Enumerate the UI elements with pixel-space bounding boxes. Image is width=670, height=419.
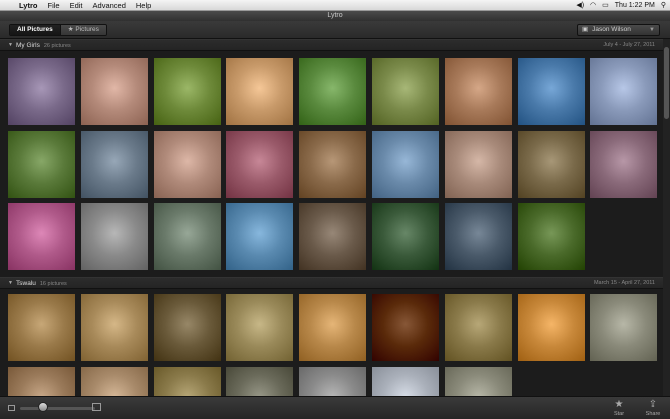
section-title: Tswalu xyxy=(16,280,36,287)
spotlight-icon[interactable]: ⚲ xyxy=(661,1,666,9)
picture-thumbnail[interactable] xyxy=(80,58,148,125)
picture-thumbnail[interactable] xyxy=(299,203,367,270)
picture-thumbnail[interactable] xyxy=(226,366,294,396)
picture-thumbnail[interactable] xyxy=(8,58,75,125)
pictures-browser: ▼ My Girls 26 pictures July 4 - July 27, … xyxy=(0,39,663,396)
scrollbar-thumb[interactable] xyxy=(664,47,669,119)
window-title: Lytro xyxy=(0,11,670,21)
view-segmented-control: All Pictures ★ Pictures xyxy=(9,24,107,36)
picture-thumbnail[interactable] xyxy=(8,130,75,198)
picture-thumbnail[interactable] xyxy=(444,130,512,198)
picture-thumbnail[interactable] xyxy=(299,130,367,198)
share-button[interactable]: ⇪ Share xyxy=(641,399,665,417)
all-pictures-button[interactable]: All Pictures xyxy=(10,25,60,35)
menu-file[interactable]: File xyxy=(42,1,64,10)
picture-thumbnail[interactable] xyxy=(8,203,75,270)
picture-thumbnail[interactable] xyxy=(299,366,367,396)
section-title: My Girls xyxy=(16,42,40,49)
picture-thumbnail[interactable] xyxy=(372,130,439,198)
picture-thumbnail[interactable] xyxy=(80,130,148,198)
slider-knob[interactable] xyxy=(37,402,48,412)
section-date-range: March 15 - April 27, 2011 xyxy=(593,280,655,286)
menu-bar: Lytro File Edit Advanced Help ◀) ◠ ▭ Thu… xyxy=(0,0,670,11)
disclosure-triangle-icon[interactable]: ▼ xyxy=(8,278,13,289)
picture-thumbnail[interactable] xyxy=(80,294,148,361)
picture-thumbnail[interactable] xyxy=(372,294,439,361)
thumbnail-size-slider[interactable] xyxy=(20,407,95,410)
wifi-icon[interactable]: ◠ xyxy=(590,1,596,9)
star-label: Star xyxy=(613,411,625,417)
picture-thumbnail[interactable] xyxy=(226,58,294,125)
picture-thumbnail[interactable] xyxy=(590,294,658,361)
picture-thumbnail[interactable] xyxy=(226,203,294,270)
picture-thumbnail[interactable] xyxy=(372,203,439,270)
picture-thumbnail[interactable] xyxy=(153,130,221,198)
user-icon: ▣ xyxy=(582,26,589,33)
picture-thumbnail[interactable] xyxy=(153,58,221,125)
picture-thumbnail[interactable] xyxy=(226,130,294,198)
menu-edit[interactable]: Edit xyxy=(65,1,88,10)
picture-thumbnail[interactable] xyxy=(80,366,148,396)
picture-thumbnail[interactable] xyxy=(517,130,585,198)
picture-thumbnail[interactable] xyxy=(153,366,221,396)
picture-thumbnail[interactable] xyxy=(590,58,658,125)
section-header-tswalu[interactable]: ▼ Tswalu 16 pictures March 15 - April 27,… xyxy=(0,277,663,289)
toolbar: All Pictures ★ Pictures ▣ Jason Wilson ▼ xyxy=(0,21,670,39)
picture-thumbnail[interactable] xyxy=(153,203,221,270)
section-count: 26 pictures xyxy=(43,43,71,49)
battery-icon[interactable]: ▭ xyxy=(602,1,609,9)
picture-thumbnail[interactable] xyxy=(517,58,585,125)
picture-thumbnail[interactable] xyxy=(299,294,367,361)
share-label: Share xyxy=(645,411,661,417)
picture-thumbnail[interactable] xyxy=(444,294,512,361)
picture-thumbnail[interactable] xyxy=(226,294,294,361)
picture-thumbnail[interactable] xyxy=(444,203,512,270)
section-header-my-girls[interactable]: ▼ My Girls 26 pictures July 4 - July 27, … xyxy=(0,39,663,51)
picture-thumbnail[interactable] xyxy=(372,366,439,396)
starred-pictures-label: Pictures xyxy=(75,26,99,33)
star-icon: ★ xyxy=(614,399,624,410)
picture-thumbnail[interactable] xyxy=(517,203,585,270)
section-count: 16 pictures xyxy=(39,281,67,287)
disclosure-triangle-icon[interactable]: ▼ xyxy=(8,40,13,51)
vertical-scrollbar[interactable] xyxy=(663,39,670,396)
volume-icon[interactable]: ◀) xyxy=(576,1,584,9)
bottom-bar: ★ Star ⇪ Share xyxy=(0,396,670,419)
large-thumbnail-icon xyxy=(92,403,101,411)
small-thumbnail-icon xyxy=(8,405,15,411)
star-button[interactable]: ★ Star xyxy=(607,399,631,417)
section-date-range: July 4 - July 27, 2011 xyxy=(603,42,655,48)
picture-thumbnail[interactable] xyxy=(153,294,221,361)
picture-thumbnail[interactable] xyxy=(517,294,585,361)
picture-thumbnail[interactable] xyxy=(8,366,75,396)
user-select[interactable]: ▣ Jason Wilson ▼ xyxy=(577,24,660,36)
starred-pictures-button[interactable]: ★ Pictures xyxy=(59,25,106,35)
picture-thumbnail[interactable] xyxy=(299,58,367,125)
picture-thumbnail[interactable] xyxy=(8,294,75,361)
menu-app[interactable]: Lytro xyxy=(14,1,42,10)
chevron-down-icon: ▼ xyxy=(649,27,655,33)
picture-thumbnail[interactable] xyxy=(444,366,512,396)
menu-help[interactable]: Help xyxy=(131,1,156,10)
user-name: Jason Wilson xyxy=(592,26,631,33)
picture-thumbnail[interactable] xyxy=(444,58,512,125)
picture-thumbnail[interactable] xyxy=(372,58,439,125)
clock[interactable]: Thu 1:22 PM xyxy=(615,2,655,9)
picture-thumbnail[interactable] xyxy=(590,130,658,198)
share-icon: ⇪ xyxy=(648,399,658,410)
picture-thumbnail[interactable] xyxy=(80,203,148,270)
menu-advanced[interactable]: Advanced xyxy=(88,1,131,10)
menu-extras: ◀) ◠ ▭ Thu 1:22 PM ⚲ xyxy=(576,1,670,10)
